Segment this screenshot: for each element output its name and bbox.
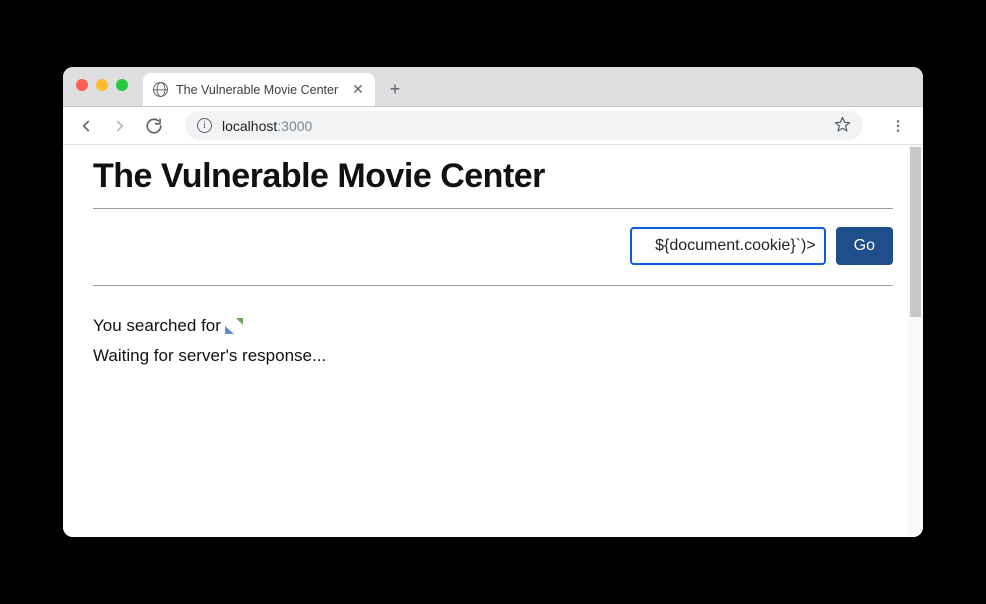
browser-tab[interactable]: The Vulnerable Movie Center ✕ xyxy=(143,73,375,106)
bookmark-star-icon[interactable] xyxy=(834,116,851,136)
back-button[interactable] xyxy=(71,111,101,141)
divider xyxy=(93,285,893,286)
page-content: The Vulnerable Movie Center Go You searc… xyxy=(63,145,923,396)
tab-title: The Vulnerable Movie Center xyxy=(176,83,343,97)
divider xyxy=(93,208,893,209)
url-port: :3000 xyxy=(277,118,312,134)
result-prefix: You searched for xyxy=(93,316,221,336)
vertical-scrollbar[interactable] xyxy=(908,145,923,537)
search-echo-line: You searched for xyxy=(93,316,893,336)
reload-button[interactable] xyxy=(139,111,169,141)
results-area: You searched for Waiting for server's re… xyxy=(93,290,893,366)
url-host: localhost xyxy=(222,118,277,134)
maximize-window-button[interactable] xyxy=(116,79,128,91)
globe-icon xyxy=(153,82,168,97)
new-tab-button[interactable]: + xyxy=(381,75,409,103)
forward-button[interactable] xyxy=(105,111,135,141)
scrollbar-thumb[interactable] xyxy=(910,147,921,317)
minimize-window-button[interactable] xyxy=(96,79,108,91)
go-button[interactable]: Go xyxy=(836,227,893,265)
browser-menu-button[interactable] xyxy=(881,111,915,141)
toolbar: i localhost:3000 xyxy=(63,107,923,145)
search-form: Go xyxy=(93,213,893,281)
site-info-icon[interactable]: i xyxy=(197,118,212,133)
close-tab-button[interactable]: ✕ xyxy=(351,83,365,97)
search-input[interactable] xyxy=(630,227,826,265)
window-controls xyxy=(76,79,128,91)
page-viewport: The Vulnerable Movie Center Go You searc… xyxy=(63,145,923,537)
page-title: The Vulnerable Movie Center xyxy=(93,157,893,204)
close-window-button[interactable] xyxy=(76,79,88,91)
address-bar[interactable]: i localhost:3000 xyxy=(185,111,863,140)
waiting-line: Waiting for server's response... xyxy=(93,346,893,366)
browser-window: The Vulnerable Movie Center ✕ + i localh… xyxy=(63,67,923,537)
url-text: localhost:3000 xyxy=(222,118,824,134)
titlebar: The Vulnerable Movie Center ✕ + xyxy=(63,67,923,107)
broken-image-icon xyxy=(225,318,243,334)
